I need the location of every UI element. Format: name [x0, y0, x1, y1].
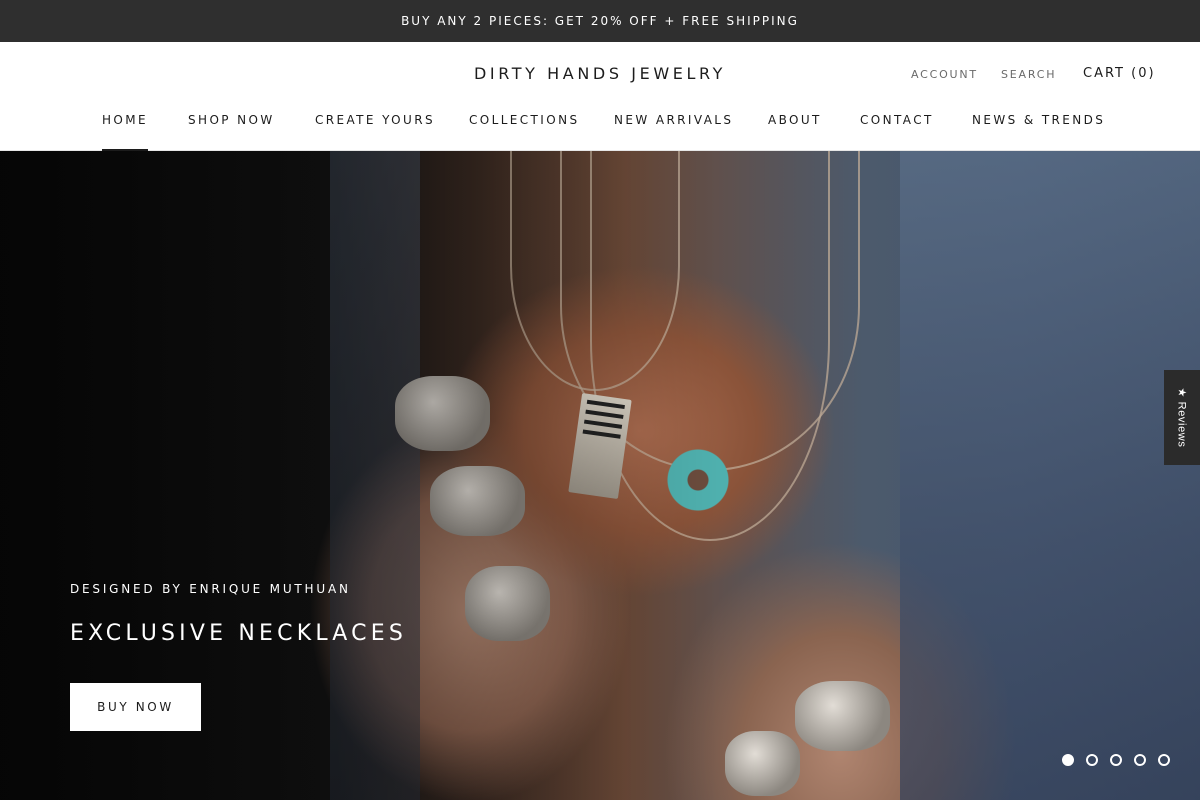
- site-header: DIRTY HANDS JEWELRY ACCOUNT SEARCH CART …: [0, 42, 1200, 151]
- nav-item-new-arrivals[interactable]: NEW ARRIVALS: [614, 113, 733, 151]
- slide-dot-4[interactable]: [1134, 754, 1146, 766]
- slide-dot-5[interactable]: [1158, 754, 1170, 766]
- nav-item-news-trends[interactable]: NEWS & TRENDS: [972, 113, 1105, 151]
- search-link[interactable]: SEARCH: [1001, 68, 1056, 81]
- hero-eyebrow: DESIGNED BY ENRIQUE MUTHUAN: [70, 582, 351, 596]
- slide-dot-3[interactable]: [1110, 754, 1122, 766]
- cart-link[interactable]: CART (0): [1083, 66, 1156, 81]
- announcement-text: BUY ANY 2 PIECES: GET 20% OFF + FREE SHI…: [401, 14, 799, 28]
- nav-item-contact[interactable]: CONTACT: [860, 113, 934, 151]
- nav-item-shop-now[interactable]: SHOP NOW: [188, 113, 275, 151]
- nav-item-home[interactable]: HOME: [102, 113, 149, 151]
- reviews-tab[interactable]: ★ Reviews: [1164, 370, 1200, 465]
- slide-dot-1[interactable]: [1062, 754, 1074, 766]
- nav-item-create-yours[interactable]: CREATE YOURS: [315, 113, 435, 151]
- hero-slideshow: DESIGNED BY ENRIQUE MUTHUAN EXCLUSIVE NE…: [0, 151, 1200, 800]
- nav-item-collections[interactable]: COLLECTIONS: [469, 113, 579, 151]
- announcement-bar: BUY ANY 2 PIECES: GET 20% OFF + FREE SHI…: [0, 0, 1200, 42]
- account-link[interactable]: ACCOUNT: [911, 68, 978, 81]
- hero-title: EXCLUSIVE NECKLACES: [70, 621, 407, 646]
- main-nav: HOME SHOP NOW CREATE YOURS COLLECTIONS N…: [0, 113, 1200, 151]
- reviews-tab-label: ★ Reviews: [1175, 387, 1188, 448]
- nav-item-about[interactable]: ABOUT: [768, 113, 822, 151]
- slide-dot-2[interactable]: [1086, 754, 1098, 766]
- buy-now-button[interactable]: BUY NOW: [70, 683, 201, 731]
